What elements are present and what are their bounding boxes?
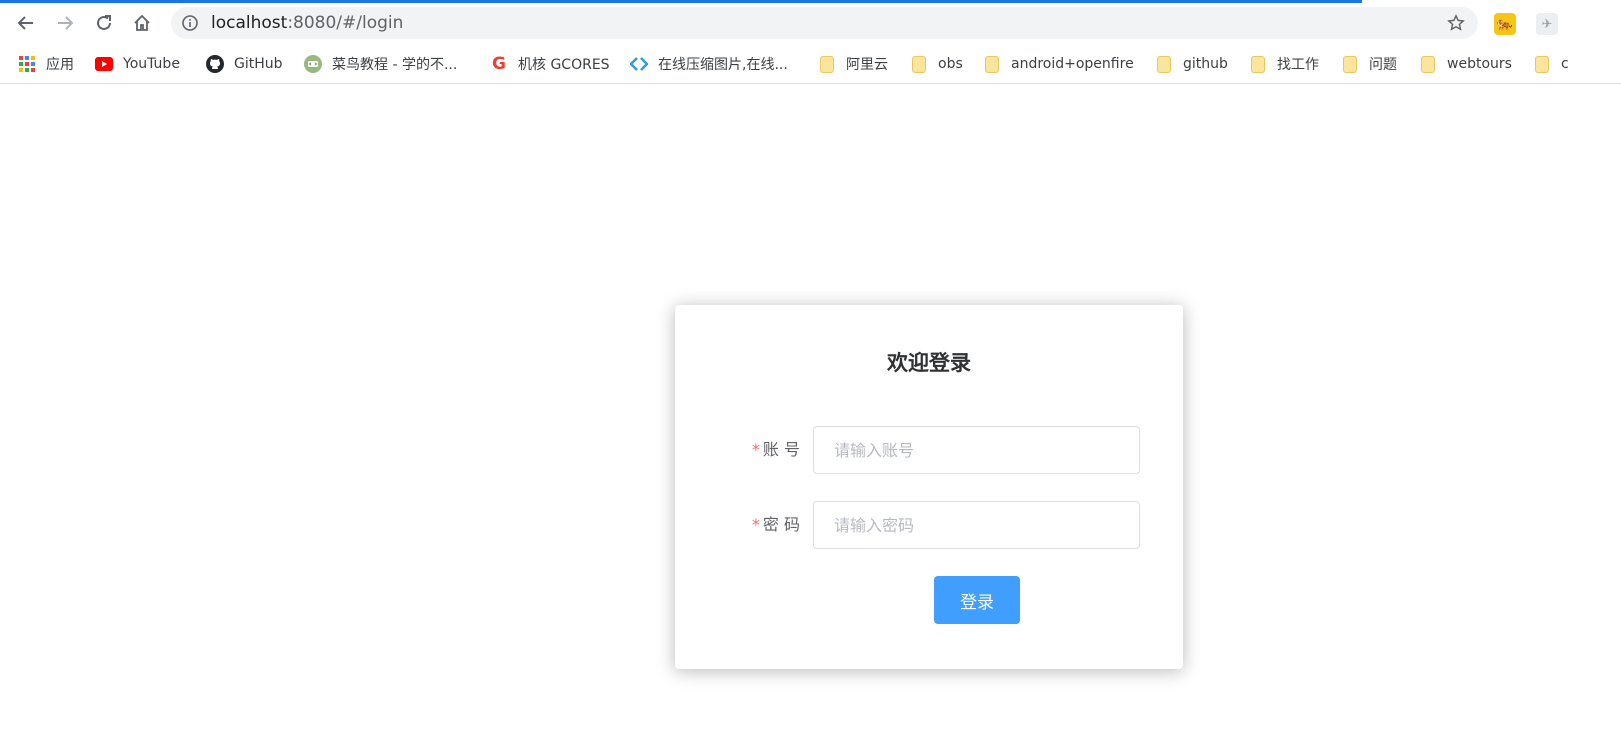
folder-icon xyxy=(1249,55,1267,73)
bookmark-star-icon[interactable] xyxy=(1446,13,1466,33)
bookmark-folder-android-openfire[interactable]: android+openfire xyxy=(983,45,1134,83)
compress-icon xyxy=(630,55,648,73)
bookmark-label: 在线压缩图片,在线... xyxy=(658,57,788,73)
required-mark: * xyxy=(751,440,760,459)
address-bar[interactable]: localhost:8080/#/login xyxy=(171,7,1478,39)
bookmark-label: c xyxy=(1561,56,1569,72)
bookmark-runoob[interactable]: 菜鸟教程 - 学的不... xyxy=(304,45,457,83)
login-button[interactable]: 登录 xyxy=(934,576,1020,624)
bookmark-folder-questions[interactable]: 问题 xyxy=(1341,45,1397,83)
url-host: localhost xyxy=(211,13,288,33)
home-icon xyxy=(134,14,150,31)
runoob-icon xyxy=(304,55,322,73)
browser-toolbar: localhost:8080/#/login 🐅 ✈ xyxy=(0,3,1621,43)
bookmark-folder-obs[interactable]: obs xyxy=(910,45,963,83)
arrow-left-icon xyxy=(17,16,33,30)
reload-button[interactable] xyxy=(90,9,118,37)
site-info-icon[interactable] xyxy=(181,14,199,32)
bookmark-folder-webtours[interactable]: webtours xyxy=(1419,45,1512,83)
bookmark-github[interactable]: GitHub xyxy=(206,45,283,83)
forward-button[interactable] xyxy=(51,9,79,37)
folder-icon xyxy=(983,55,1001,73)
bookmark-folder-aliyun[interactable]: 阿里云 xyxy=(818,45,888,83)
bookmark-apps[interactable]: 应用 xyxy=(18,45,74,83)
youtube-icon xyxy=(95,55,113,73)
back-button[interactable] xyxy=(12,9,40,37)
bookmark-folder-github[interactable]: github xyxy=(1155,45,1228,83)
bookmark-gcores[interactable]: G 机核 GCORES xyxy=(490,45,610,83)
url-text[interactable]: localhost:8080/#/login xyxy=(211,7,403,39)
github-icon xyxy=(206,55,224,73)
bookmark-label: github xyxy=(1183,56,1228,72)
apps-grid-icon xyxy=(18,55,36,73)
account-label: * 账 号 xyxy=(752,426,800,474)
bookmark-label: 找工作 xyxy=(1277,57,1319,73)
login-title: 欢迎登录 xyxy=(887,351,971,375)
tiger-icon: 🐅 xyxy=(1496,16,1514,32)
login-card: 欢迎登录 *账 号 *密 码 登录 xyxy=(675,305,1183,669)
gcores-icon: G xyxy=(492,54,506,74)
folder-icon xyxy=(1155,55,1173,73)
password-input[interactable] xyxy=(813,501,1140,549)
bookmark-label: 机核 GCORES xyxy=(518,57,610,73)
bookmark-label: 应用 xyxy=(46,57,74,73)
account-label-text: 账 号 xyxy=(762,440,800,459)
bookmark-compress[interactable]: 在线压缩图片,在线... xyxy=(630,45,788,83)
arrow-right-icon xyxy=(58,16,74,30)
bookmark-youtube[interactable]: YouTube xyxy=(95,45,180,83)
password-label-text: 密 码 xyxy=(762,515,800,534)
folder-icon xyxy=(1533,55,1551,73)
extension-icon[interactable]: 🐅 xyxy=(1494,13,1516,35)
bookmark-label: YouTube xyxy=(123,56,180,72)
bookmark-label: 阿里云 xyxy=(846,57,888,73)
bookmark-folder-c[interactable]: c xyxy=(1533,45,1569,83)
reload-icon xyxy=(97,15,111,30)
bookmarks-bar: 应用 YouTube GitHub 菜鸟教程 - 学的不... G 机核 GCO… xyxy=(0,45,1621,84)
bookmark-label: 菜鸟教程 - 学的不... xyxy=(332,57,458,73)
home-button[interactable] xyxy=(128,9,156,37)
bookmark-label: webtours xyxy=(1447,56,1512,72)
bookmark-folder-jobs[interactable]: 找工作 xyxy=(1249,45,1319,83)
bookmark-label: android+openfire xyxy=(1011,56,1134,72)
folder-icon xyxy=(818,55,836,73)
folder-icon xyxy=(910,55,928,73)
folder-icon xyxy=(1341,55,1359,73)
bookmark-label: GitHub xyxy=(234,56,283,72)
password-form-item: * 密 码 xyxy=(675,501,1183,549)
account-input[interactable] xyxy=(813,426,1140,474)
required-mark: * xyxy=(751,515,760,534)
folder-icon xyxy=(1419,55,1437,73)
password-label: * 密 码 xyxy=(752,501,800,549)
bookmark-label: 问题 xyxy=(1369,57,1397,73)
bookmark-label: obs xyxy=(938,56,963,72)
extension-bird-icon[interactable]: ✈ xyxy=(1536,13,1558,35)
account-form-item: * 账 号 xyxy=(675,426,1183,474)
url-path: :8080/#/login xyxy=(287,13,404,33)
